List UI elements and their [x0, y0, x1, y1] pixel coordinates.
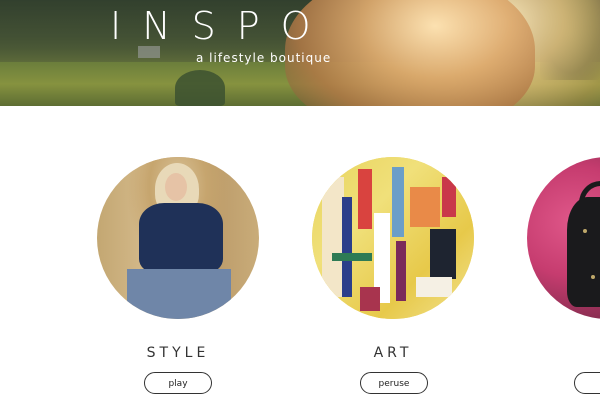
category-title-art: ART	[373, 345, 413, 361]
hero-shrub	[175, 70, 225, 106]
page: INSPO a lifestyle boutique STYLE play AR…	[0, 0, 600, 400]
brand-tagline: a lifestyle boutique	[196, 51, 332, 65]
third-category-button[interactable]	[574, 372, 600, 394]
category-image-art[interactable]	[312, 157, 474, 319]
category-title-third: L	[523, 345, 600, 361]
peruse-button[interactable]: peruse	[360, 372, 428, 394]
category-image-style[interactable]	[97, 157, 259, 319]
brand-logo[interactable]: INSPO	[110, 4, 332, 48]
black-backpack-flowers-photo	[527, 157, 600, 319]
category-image-third[interactable]	[527, 157, 600, 319]
hero-banner: INSPO a lifestyle boutique	[0, 0, 600, 106]
category-title-style: STYLE	[146, 345, 210, 361]
abstract-painting-photo	[312, 157, 474, 319]
woman-in-field-photo	[97, 157, 259, 319]
play-button[interactable]: play	[144, 372, 212, 394]
